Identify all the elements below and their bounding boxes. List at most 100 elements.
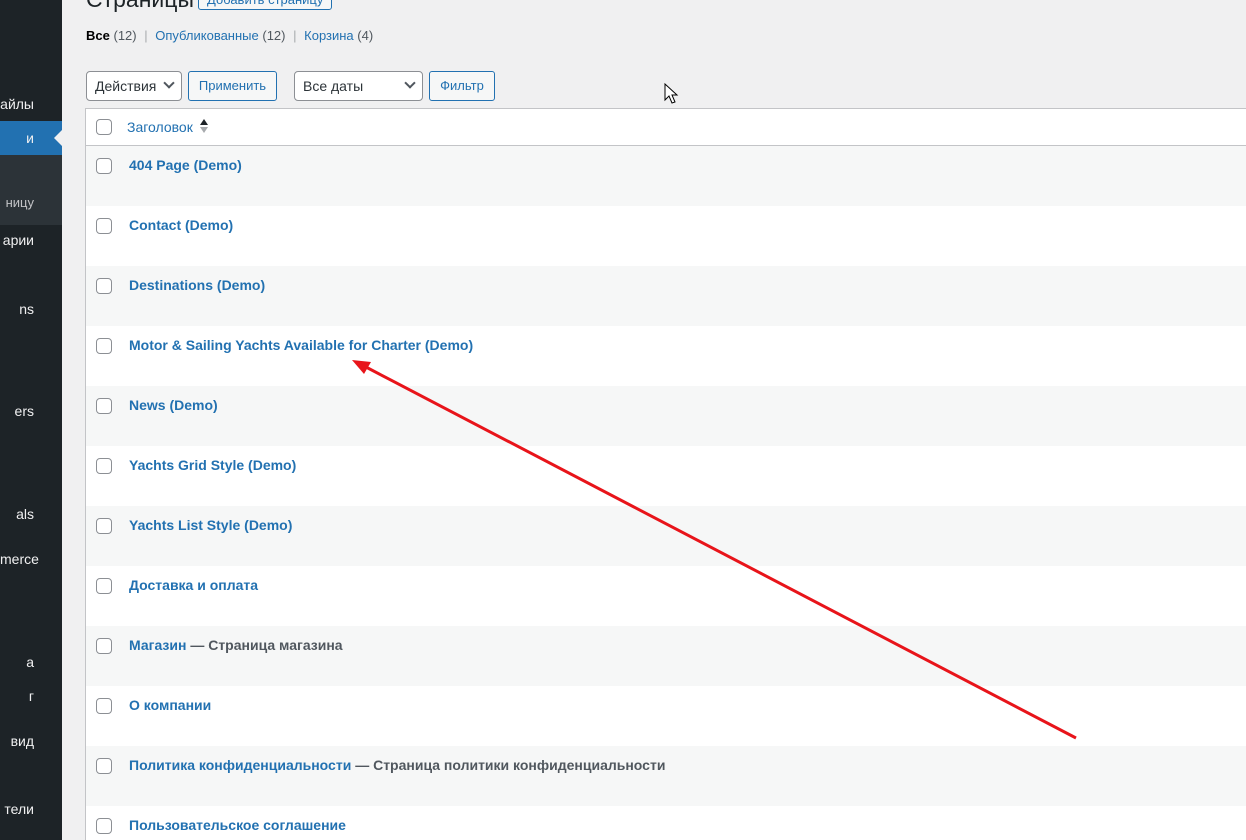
sort-desc-icon	[200, 127, 208, 133]
sidebar-item-pages[interactable]: и	[0, 128, 62, 148]
row-title: Yachts List Style (Demo)	[129, 517, 292, 533]
table-row: News (Demo)	[86, 386, 1246, 446]
page-title-link[interactable]: Destinations (Demo)	[129, 277, 265, 293]
sidebar-subitem-add-page[interactable]: ницу	[0, 193, 62, 213]
row-title: Магазин — Страница магазина	[129, 637, 343, 653]
chevron-down-icon	[404, 77, 416, 89]
sidebar-item-label: ns	[19, 301, 34, 317]
row-title: Пользовательское соглашение	[129, 817, 346, 833]
sidebar-item-label: ницу	[5, 195, 34, 210]
page-title: Страницы	[86, 0, 194, 13]
separator: |	[144, 28, 148, 43]
filter-button[interactable]: Фильтр	[429, 71, 495, 101]
page-title-link[interactable]: О компании	[129, 697, 211, 713]
sidebar-item-appearance[interactable]: вид	[0, 731, 62, 751]
sidebar-item-label: вид	[10, 733, 34, 749]
sidebar-active-arrow	[54, 130, 62, 146]
view-trash-link[interactable]: Корзина	[304, 28, 354, 43]
sidebar-item-plugin-4[interactable]: а	[0, 652, 62, 672]
row-title: Доставка и оплата	[129, 577, 258, 593]
row-checkbox[interactable]	[96, 278, 112, 294]
sidebar-item-users[interactable]: тели	[0, 799, 62, 819]
row-title: Contact (Demo)	[129, 217, 233, 233]
page-state-label: — Страница политики конфиденциальности	[351, 757, 666, 773]
sidebar-item-label: арии	[2, 232, 34, 248]
mouse-pointer-icon	[664, 82, 679, 104]
view-all-count: (12)	[113, 28, 137, 43]
sidebar-item-media[interactable]: айлы	[0, 94, 62, 114]
page-title-link[interactable]: Политика конфиденциальности	[129, 757, 351, 773]
table-row: 404 Page (Demo)	[86, 146, 1246, 206]
separator: |	[293, 28, 297, 43]
row-title: Политика конфиденциальности — Страница п…	[129, 757, 665, 773]
row-checkbox[interactable]	[96, 758, 112, 774]
row-checkbox[interactable]	[96, 638, 112, 654]
sort-asc-icon	[200, 119, 208, 125]
dates-select[interactable]: Все даты	[294, 71, 423, 101]
row-checkbox[interactable]	[96, 698, 112, 714]
table-row: Доставка и оплата	[86, 566, 1246, 626]
table-row: Destinations (Demo)	[86, 266, 1246, 326]
sidebar-item-label: тели	[4, 801, 34, 817]
sidebar-item-label: и	[26, 130, 34, 146]
views-filter: Все (12) | Опубликованные (12) | Корзина…	[86, 28, 373, 43]
sidebar-item-woocommerce[interactable]: merce	[0, 549, 62, 569]
row-checkbox[interactable]	[96, 578, 112, 594]
admin-sidebar: айлы и ницу арии ns ers als merce а г ви…	[0, 0, 62, 840]
table-row: Yachts Grid Style (Demo)	[86, 446, 1246, 506]
row-title: Yachts Grid Style (Demo)	[129, 457, 296, 473]
table-row: Пользовательское соглашение	[86, 806, 1246, 840]
row-checkbox[interactable]	[96, 458, 112, 474]
row-title: О компании	[129, 697, 211, 713]
page-title-link[interactable]: Contact (Demo)	[129, 217, 233, 233]
row-title: 404 Page (Demo)	[129, 157, 242, 173]
sidebar-item-label: а	[26, 654, 34, 670]
page-title-link[interactable]: Yachts Grid Style (Demo)	[129, 457, 296, 473]
chevron-down-icon	[163, 77, 175, 89]
view-all-link[interactable]: Все	[86, 28, 110, 43]
row-checkbox[interactable]	[96, 158, 112, 174]
page-title-link[interactable]: News (Demo)	[129, 397, 218, 413]
row-checkbox[interactable]	[96, 338, 112, 354]
view-published-link[interactable]: Опубликованные	[155, 28, 259, 43]
row-title: Destinations (Demo)	[129, 277, 265, 293]
row-checkbox[interactable]	[96, 218, 112, 234]
sidebar-item-plugin-1[interactable]: ns	[0, 299, 62, 319]
page-title-link[interactable]: 404 Page (Demo)	[129, 157, 242, 173]
page-title-link[interactable]: Пользовательское соглашение	[129, 817, 346, 833]
view-published-count: (12)	[262, 28, 286, 43]
page-title-link[interactable]: Доставка и оплата	[129, 577, 258, 593]
table-row: Магазин — Страница магазина	[86, 626, 1246, 686]
page-title-link[interactable]: Motor & Sailing Yachts Available for Cha…	[129, 337, 473, 353]
bulk-actions-select[interactable]: Действия	[86, 71, 182, 101]
dates-value: Все даты	[303, 78, 364, 94]
row-checkbox[interactable]	[96, 818, 112, 834]
add-new-page-button[interactable]: Добавить страницу	[198, 0, 333, 10]
row-title: News (Demo)	[129, 397, 218, 413]
page-state-label: — Страница магазина	[186, 637, 343, 653]
sidebar-item-plugin-2[interactable]: ers	[0, 401, 62, 421]
sidebar-item-label: ers	[14, 403, 34, 419]
sidebar-item-plugin-3[interactable]: als	[0, 504, 62, 524]
sidebar-item-label: als	[16, 506, 34, 522]
sidebar-item-comments[interactable]: арии	[0, 230, 62, 250]
row-title: Motor & Sailing Yachts Available for Cha…	[129, 337, 473, 353]
sidebar-item-label: айлы	[0, 96, 34, 112]
sidebar-item-plugin-5[interactable]: г	[0, 686, 62, 706]
sidebar-item-label: merce	[0, 551, 39, 567]
table-row: О компании	[86, 686, 1246, 746]
table-row: Yachts List Style (Demo)	[86, 506, 1246, 566]
row-checkbox[interactable]	[96, 398, 112, 414]
table-row: Motor & Sailing Yachts Available for Cha…	[86, 326, 1246, 386]
table-header: Заголовок	[86, 109, 1246, 146]
view-trash-count: (4)	[357, 28, 374, 43]
column-title-sort-link[interactable]: Заголовок	[127, 119, 193, 135]
row-checkbox[interactable]	[96, 518, 112, 534]
apply-button[interactable]: Применить	[188, 71, 277, 101]
pages-table: Заголовок 404 Page (Demo) Contact (Demo) D…	[85, 108, 1246, 840]
select-all-checkbox[interactable]	[96, 119, 112, 135]
sidebar-item-label: г	[28, 688, 34, 704]
page-title-link[interactable]: Магазин	[129, 637, 186, 653]
sidebar-submenu	[0, 155, 62, 225]
page-title-link[interactable]: Yachts List Style (Demo)	[129, 517, 292, 533]
